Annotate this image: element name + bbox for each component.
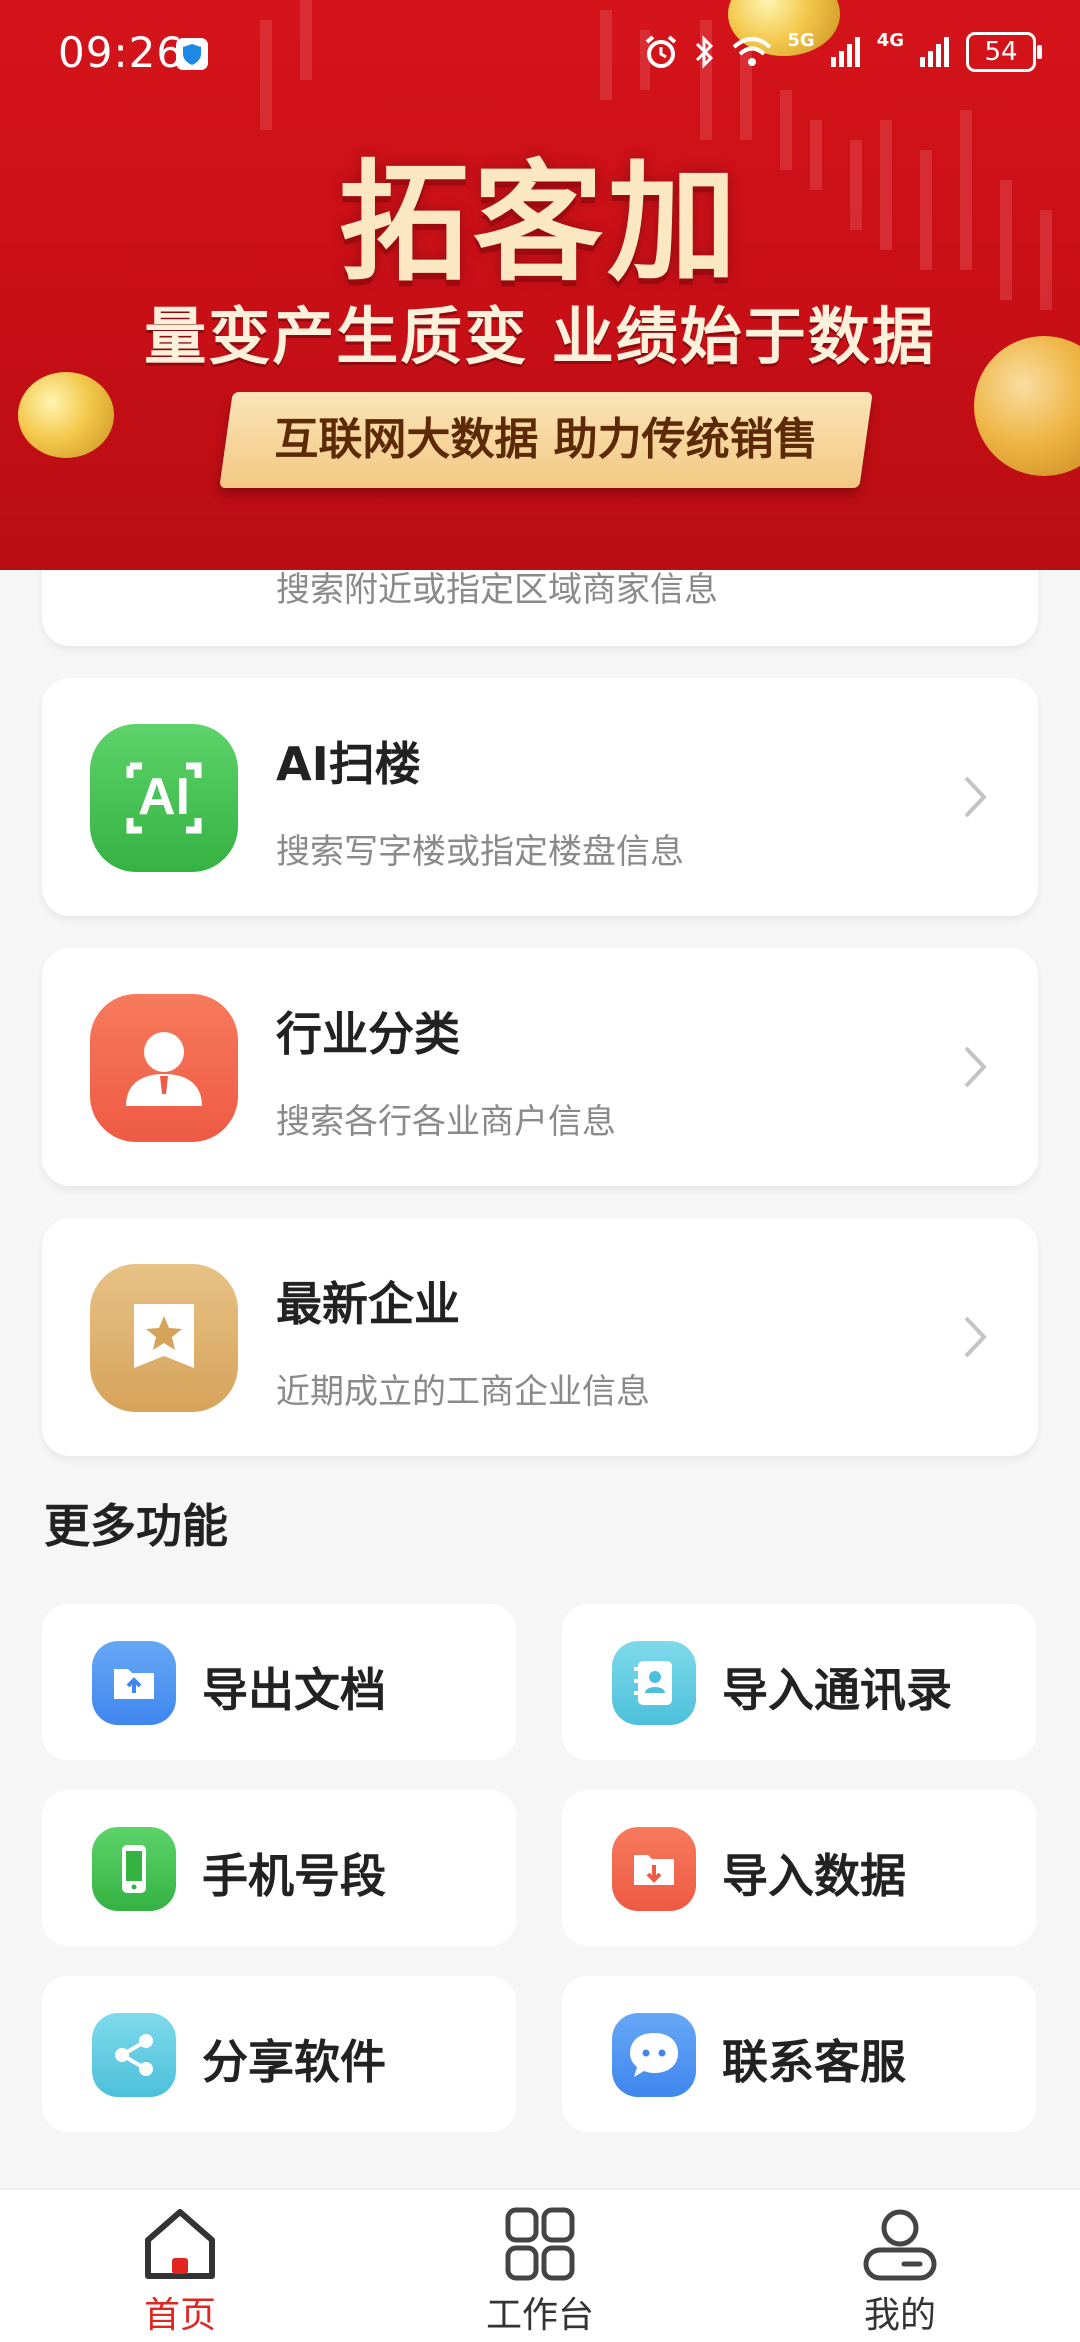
wifi-icon	[733, 37, 772, 66]
feature-title: 行业分类	[276, 1007, 460, 1061]
nav-profile-label: 我的	[863, 2295, 936, 2336]
feature-desc: 搜索各行各业商户信息	[276, 1102, 616, 1142]
ai-icon-text: AI	[138, 768, 190, 826]
banner-ribbon-text: 互联网大数据 助力传统销售	[274, 414, 818, 465]
star-badge-icon	[90, 1264, 238, 1412]
gold-coin-left	[18, 372, 114, 458]
network-4g-label: 4G	[876, 30, 904, 51]
tile-label: 分享软件	[202, 2035, 386, 2089]
tile-label: 导入数据	[722, 1849, 906, 1903]
tile-label: 导入通讯录	[722, 1663, 952, 1717]
battery-indicator: 54	[966, 32, 1042, 72]
contact-support-button[interactable]: 联系客服	[562, 1976, 1036, 2132]
person-icon	[90, 994, 238, 1142]
grid-icon	[505, 2207, 575, 2281]
more-functions-title: 更多功能	[44, 1499, 228, 1553]
nav-profile[interactable]: 我的	[800, 2206, 1000, 2336]
network-5g-label: 5G	[787, 30, 815, 51]
shield-icon	[176, 38, 208, 70]
status-time: 09:26	[58, 28, 185, 77]
import-contacts-button[interactable]: 导入通讯录	[562, 1604, 1036, 1760]
user-icon	[863, 2209, 937, 2281]
bluetooth-icon	[696, 35, 714, 69]
home-icon	[145, 2209, 215, 2279]
feature-title: 最新企业	[276, 1277, 460, 1331]
tile-label: 导出文档	[202, 1663, 386, 1717]
nav-workbench[interactable]: 工作台	[440, 2206, 640, 2336]
signal-icon-2	[920, 37, 949, 67]
share-app-button[interactable]: 分享软件	[42, 1976, 516, 2132]
status-icons: 5G 4G 54	[643, 30, 1042, 74]
tile-label: 手机号段	[202, 1849, 386, 1903]
tile-label: 联系客服	[722, 2035, 906, 2089]
folder-download-icon	[612, 1827, 696, 1911]
bottom-navigation: 首页 工作台 我的	[0, 2188, 1080, 2342]
feature-desc: 近期成立的工商企业信息	[276, 1372, 650, 1412]
chevron-right-icon	[964, 1046, 987, 1088]
feature-desc: 搜索写字楼或指定楼盘信息	[276, 832, 684, 872]
import-data-button[interactable]: 导入数据	[562, 1790, 1036, 1946]
banner-subtitle: 量变产生质变 业绩始于数据	[144, 300, 936, 373]
banner-title: 拓客加	[338, 147, 741, 299]
nav-home[interactable]: 首页	[80, 2206, 280, 2336]
ai-icon: AI	[90, 724, 238, 872]
chevron-right-icon	[964, 776, 987, 818]
alarm-icon	[646, 35, 677, 68]
chevron-right-icon	[964, 1316, 987, 1358]
nav-workbench-label: 工作台	[485, 2295, 594, 2336]
feature-card-ai-scan[interactable]: AI AI扫楼 搜索写字楼或指定楼盘信息	[42, 678, 1038, 916]
folder-upload-icon	[92, 1641, 176, 1725]
export-docs-button[interactable]: 导出文档	[42, 1604, 516, 1760]
phone-icon	[92, 1827, 176, 1911]
feature-card-new-companies[interactable]: 最新企业 近期成立的工商企业信息	[42, 1218, 1038, 1456]
status-bar: 09:26 5G 4G 54	[0, 0, 1080, 100]
signal-icon	[830, 37, 860, 67]
chat-icon	[612, 2013, 696, 2097]
phone-segment-button[interactable]: 手机号段	[42, 1790, 516, 1946]
share-icon	[92, 2013, 176, 2097]
contacts-icon	[612, 1641, 696, 1725]
nav-home-label: 首页	[143, 2295, 216, 2336]
feature-title: AI扫楼	[276, 737, 421, 791]
feature-card-industry[interactable]: 行业分类 搜索各行各业商户信息	[42, 948, 1038, 1186]
